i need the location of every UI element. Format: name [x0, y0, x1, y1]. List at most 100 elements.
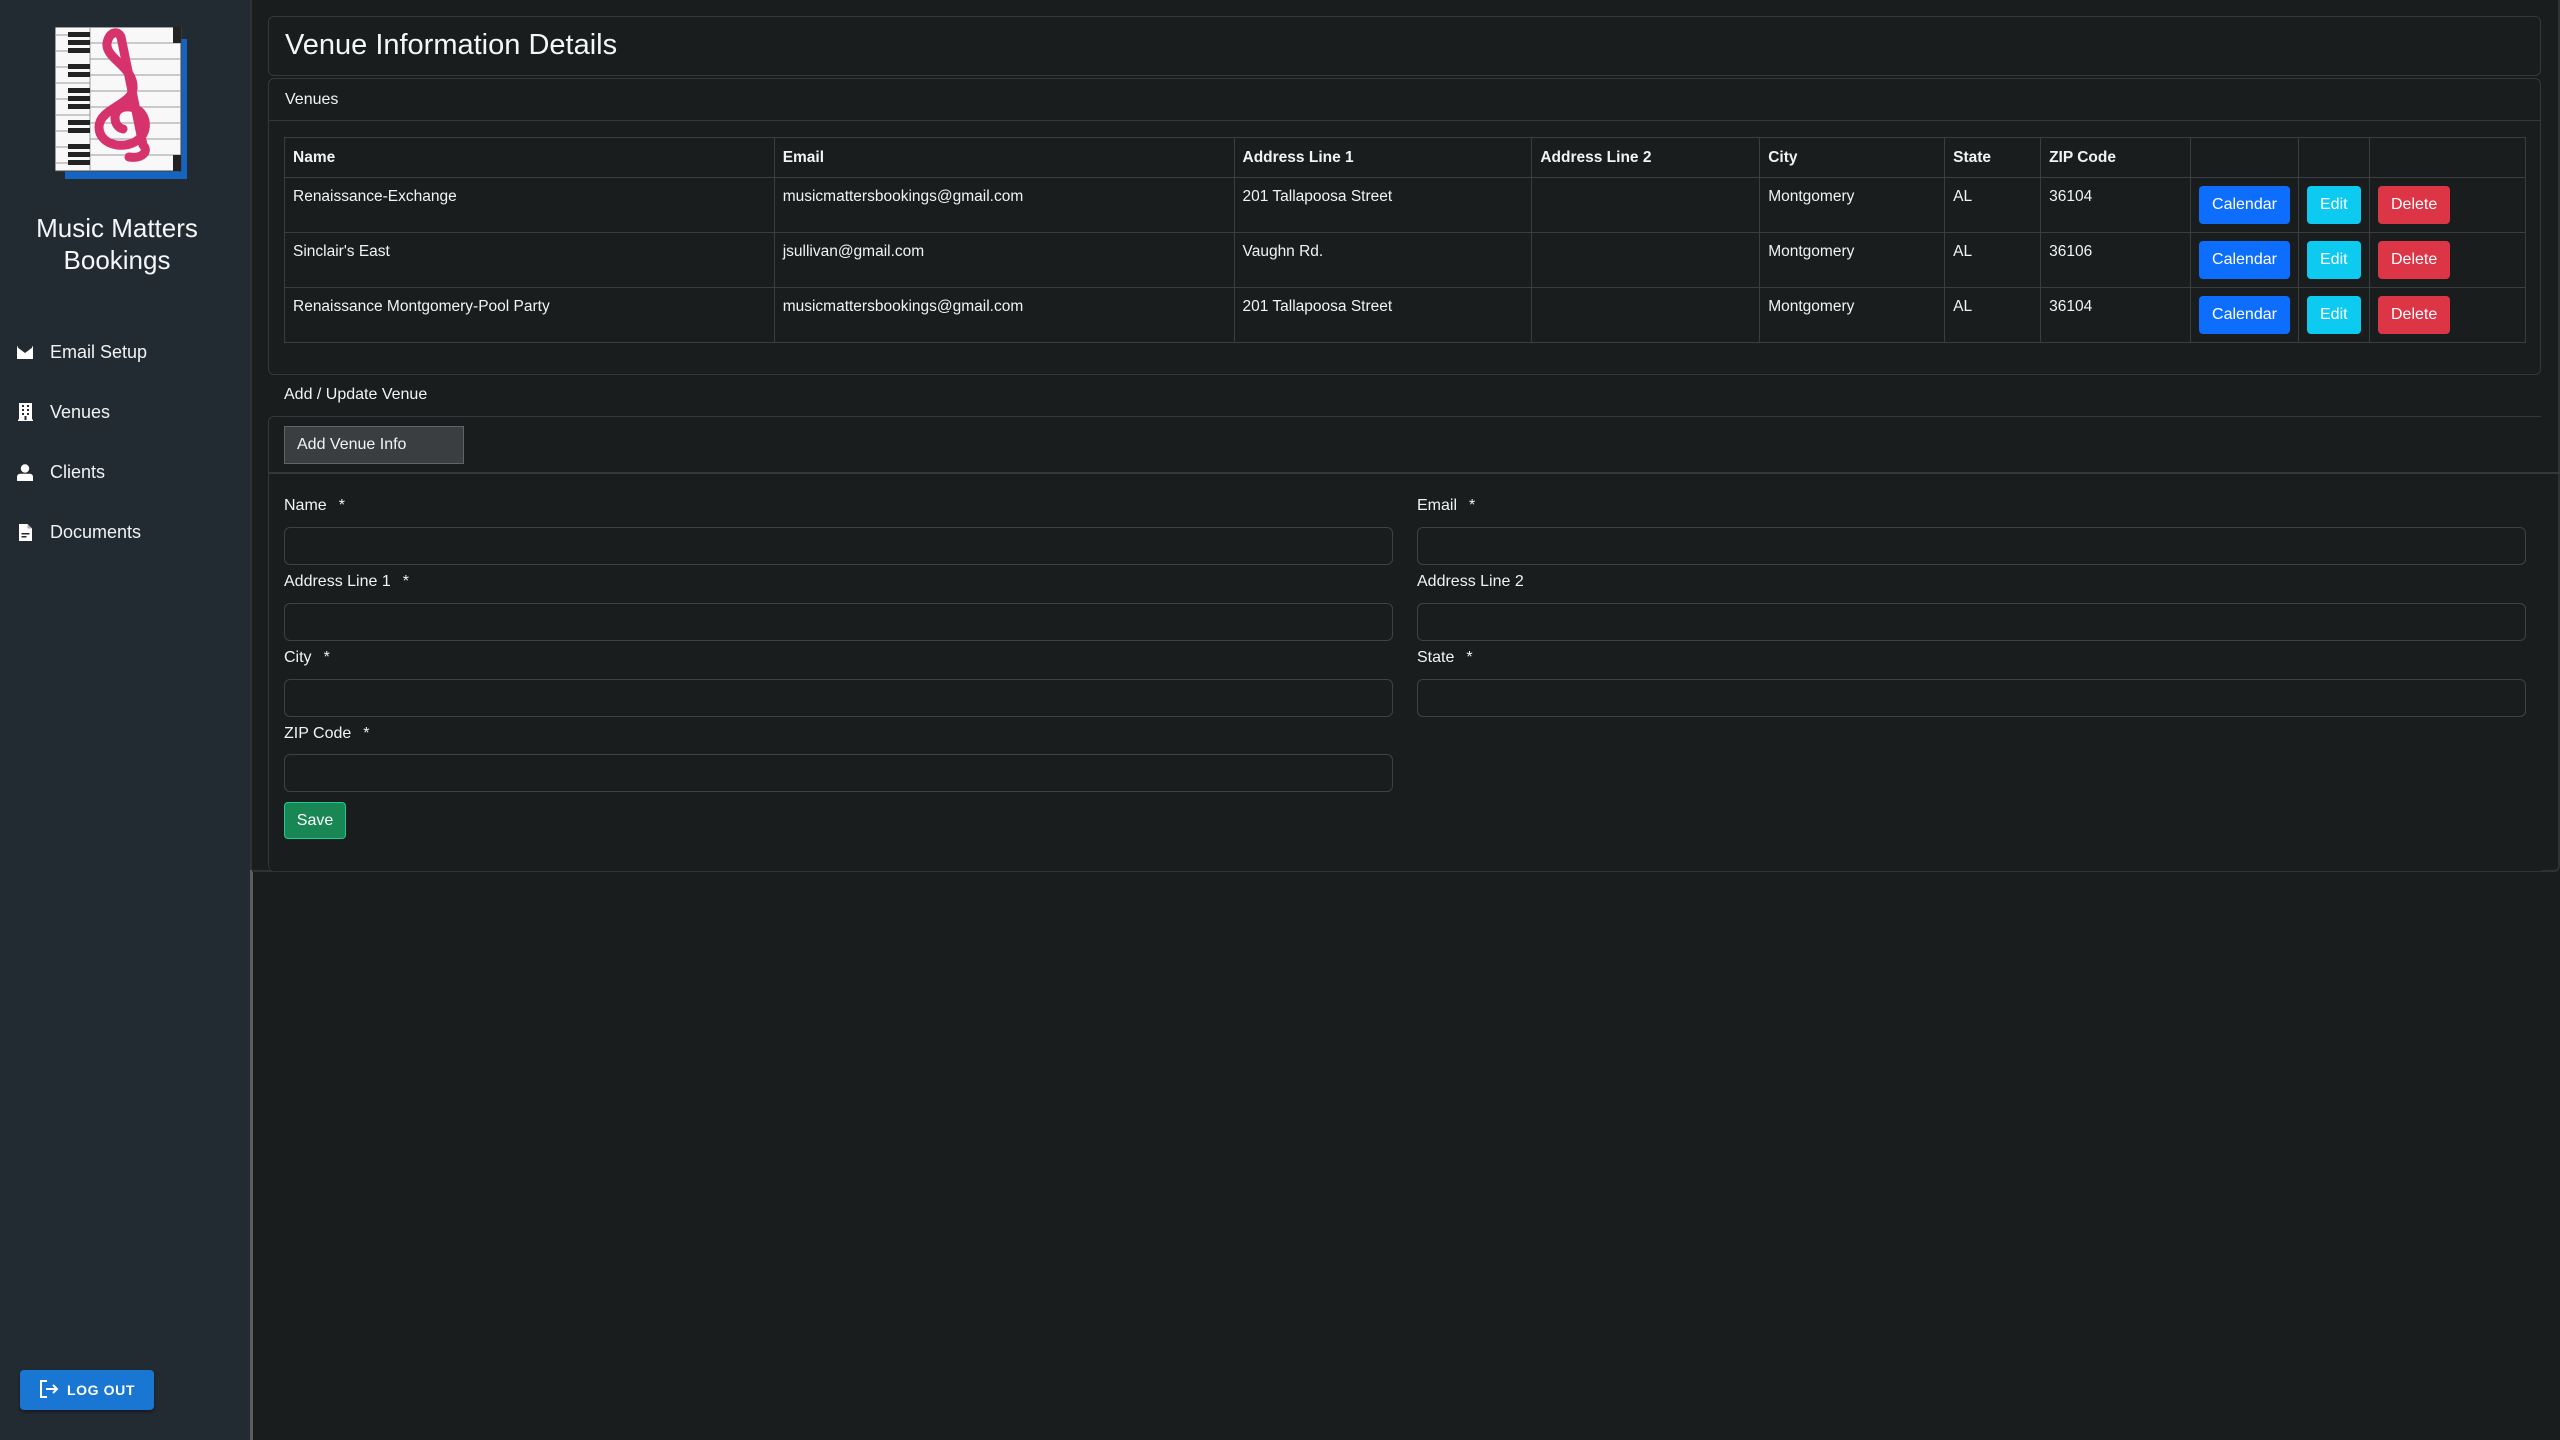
- required-marker: *: [338, 497, 345, 514]
- title-card: Venue Information Details: [268, 16, 2541, 76]
- table-row: Renaissance-Exchange musicmattersbooking…: [284, 177, 2527, 233]
- venues-table: Name Email Address Line 1 Address Line 2…: [284, 137, 2527, 343]
- sidebar-nav: Email Setup Venues Clients Documents: [0, 322, 250, 562]
- cell-address-line-2: [1531, 177, 1761, 233]
- required-marker: *: [1469, 497, 1476, 514]
- zip-code-label-text: ZIP Code: [284, 725, 352, 742]
- cell-email: jsullivan@gmail.com: [773, 232, 1235, 288]
- column-header-address-line-2: Address Line 2: [1531, 137, 1761, 178]
- sidebar-item-venues[interactable]: Venues: [0, 382, 250, 442]
- address-line-1-label: Address Line 1 *: [284, 573, 409, 591]
- brand-line-1: Music Matters: [36, 213, 198, 243]
- person-icon: [17, 463, 33, 481]
- required-marker: *: [1466, 649, 1473, 666]
- building-icon: [17, 403, 33, 421]
- email-input[interactable]: [1417, 527, 2526, 565]
- cell-city: Montgomery: [1759, 177, 1946, 233]
- sidebar: Music Matters Bookings Email Setup Venue…: [0, 0, 250, 1440]
- brand-line-2: Bookings: [63, 245, 171, 275]
- city-label: City *: [284, 649, 330, 667]
- table-row: Sinclair's East jsullivan@gmail.com Vaug…: [284, 232, 2527, 288]
- tab-add-venue-info[interactable]: Add Venue Info: [284, 426, 464, 464]
- cell-address-line-2: [1531, 232, 1761, 288]
- cell-email: musicmattersbookings@gmail.com: [773, 287, 1235, 343]
- add-update-venue-heading: Add / Update Venue: [284, 386, 428, 403]
- required-marker: *: [323, 649, 330, 666]
- state-label-text: State: [1417, 649, 1455, 666]
- city-input[interactable]: [284, 679, 1393, 717]
- cell-zip: 36106: [2040, 232, 2192, 288]
- column-header-calendar: [2190, 137, 2299, 178]
- cell-name: Sinclair's East: [284, 232, 775, 288]
- table-row: Renaissance Montgomery-Pool Party musicm…: [284, 287, 2527, 343]
- zip-code-input[interactable]: [284, 754, 1393, 792]
- city-label-text: City: [284, 649, 312, 666]
- cell-zip: 36104: [2040, 287, 2192, 343]
- delete-button[interactable]: Delete: [2377, 186, 2451, 224]
- logout-label: LOG OUT: [67, 1382, 135, 1398]
- sidebar-item-email-setup[interactable]: Email Setup: [0, 322, 250, 382]
- column-header-address-line-1: Address Line 1: [1233, 137, 1533, 178]
- sidebar-divider-lower: [250, 870, 253, 1440]
- zip-code-label: ZIP Code *: [284, 725, 370, 743]
- logout-icon: [39, 1379, 59, 1401]
- form-divider: [269, 472, 2560, 474]
- address-line-1-input[interactable]: [284, 603, 1393, 641]
- cell-state: AL: [1944, 287, 2042, 343]
- edit-button[interactable]: Edit: [2307, 296, 2361, 334]
- cell-delete: Delete: [2368, 232, 2527, 288]
- cell-address-line-2: [1531, 287, 1761, 343]
- column-header-delete: [2368, 137, 2527, 178]
- name-label: Name *: [284, 497, 345, 515]
- cell-email: musicmattersbookings@gmail.com: [773, 177, 1235, 233]
- cell-city: Montgomery: [1759, 232, 1946, 288]
- column-header-name: Name: [284, 137, 775, 178]
- cell-calendar: Calendar: [2190, 287, 2299, 343]
- brand-name: Music Matters Bookings: [0, 212, 234, 276]
- cell-city: Montgomery: [1759, 287, 1946, 343]
- column-header-edit: [2298, 137, 2370, 178]
- calendar-button[interactable]: Calendar: [2199, 186, 2290, 224]
- address-line-2-input[interactable]: [1417, 603, 2526, 641]
- treble-clef-piano-logo: [54, 26, 189, 179]
- address-line-1-label-text: Address Line 1: [284, 573, 391, 590]
- cell-calendar: Calendar: [2190, 232, 2299, 288]
- cell-calendar: Calendar: [2190, 177, 2299, 233]
- state-input[interactable]: [1417, 679, 2526, 717]
- sidebar-item-label: Clients: [50, 461, 106, 482]
- cell-edit: Edit: [2298, 232, 2370, 288]
- address-line-2-label: Address Line 2: [1417, 573, 1524, 591]
- calendar-button[interactable]: Calendar: [2199, 241, 2290, 279]
- save-button[interactable]: Save: [284, 802, 346, 839]
- address-line-2-label-text: Address Line 2: [1417, 573, 1524, 590]
- venues-card-header: Venues: [269, 79, 2540, 121]
- cell-zip: 36104: [2040, 177, 2192, 233]
- required-marker: *: [402, 573, 409, 590]
- cell-delete: Delete: [2368, 177, 2527, 233]
- page-title: Venue Information Details: [285, 29, 618, 61]
- name-input[interactable]: [284, 527, 1393, 565]
- edit-button[interactable]: Edit: [2307, 241, 2361, 279]
- document-icon: [17, 523, 33, 541]
- cell-delete: Delete: [2368, 287, 2527, 343]
- required-marker: *: [363, 725, 370, 742]
- delete-button[interactable]: Delete: [2377, 296, 2451, 334]
- cell-state: AL: [1944, 177, 2042, 233]
- sidebar-item-documents[interactable]: Documents: [0, 502, 250, 562]
- column-header-email: Email: [773, 137, 1235, 178]
- cell-state: AL: [1944, 232, 2042, 288]
- edit-button[interactable]: Edit: [2307, 186, 2361, 224]
- email-label: Email *: [1417, 497, 1475, 515]
- envelope-icon: [17, 343, 33, 361]
- cell-edit: Edit: [2298, 177, 2370, 233]
- column-header-state: State: [1944, 137, 2042, 178]
- logout-button[interactable]: LOG OUT: [20, 1370, 154, 1410]
- name-label-text: Name: [284, 497, 327, 514]
- cell-name: Renaissance-Exchange: [284, 177, 775, 233]
- delete-button[interactable]: Delete: [2377, 241, 2451, 279]
- cell-address-line-1: 201 Tallapoosa Street: [1233, 177, 1533, 233]
- calendar-button[interactable]: Calendar: [2199, 296, 2290, 334]
- sidebar-item-clients[interactable]: Clients: [0, 442, 250, 502]
- column-header-zip: ZIP Code: [2040, 137, 2192, 178]
- venues-header: Venues: [285, 91, 339, 108]
